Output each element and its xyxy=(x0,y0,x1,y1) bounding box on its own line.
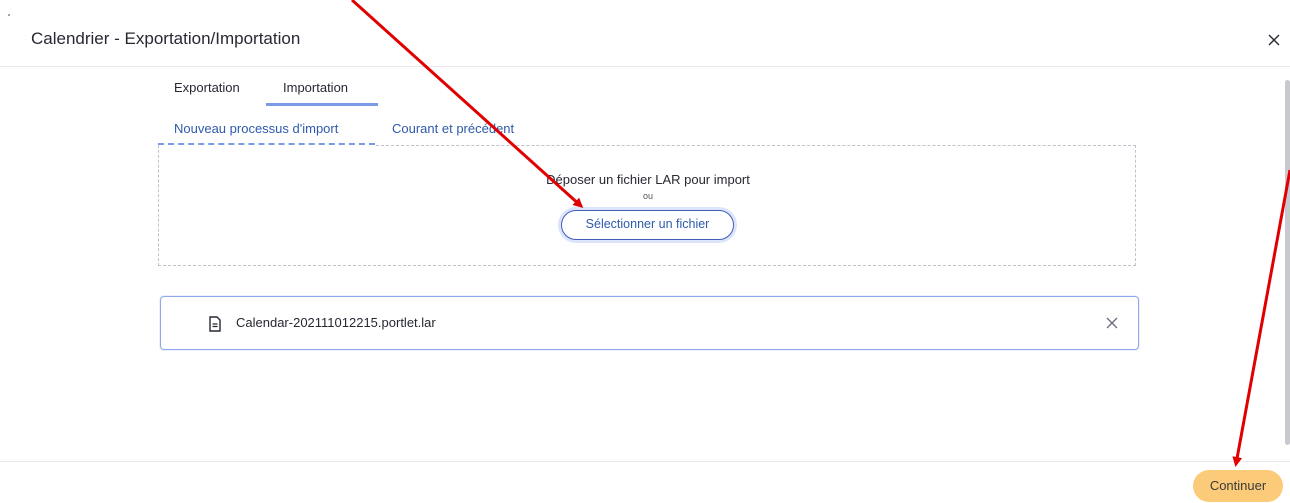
subtab-new-import-process[interactable]: Nouveau processus d'import xyxy=(174,121,338,136)
tab-active-indicator xyxy=(266,103,378,106)
close-icon[interactable] xyxy=(1104,315,1120,331)
annotation-arrow-to-continue xyxy=(1232,169,1290,467)
select-file-button[interactable]: Sélectionner un fichier xyxy=(561,210,734,240)
subtab-current-and-previous[interactable]: Courant et précédent xyxy=(392,121,514,136)
file-icon xyxy=(209,316,221,332)
modal-header: Calendrier - Exportation/Importation xyxy=(0,0,1290,67)
tab-exportation[interactable]: Exportation xyxy=(174,80,240,95)
modal-title: Calendrier - Exportation/Importation xyxy=(31,29,301,48)
continue-button[interactable]: Continuer xyxy=(1193,470,1283,502)
file-name: Calendar-202111012215.portlet.lar xyxy=(236,315,436,330)
modal-footer xyxy=(0,461,1290,503)
scrollbar[interactable] xyxy=(1285,80,1290,445)
dropzone-text: Déposer un fichier LAR pour import xyxy=(546,172,750,187)
file-dropzone[interactable]: Déposer un fichier LAR pour import ou Sé… xyxy=(158,145,1136,266)
tab-importation[interactable]: Importation xyxy=(283,80,348,95)
selected-file-card: Calendar-202111012215.portlet.lar xyxy=(160,296,1139,350)
dropzone-or: ou xyxy=(642,191,653,201)
close-icon[interactable] xyxy=(1264,30,1284,50)
